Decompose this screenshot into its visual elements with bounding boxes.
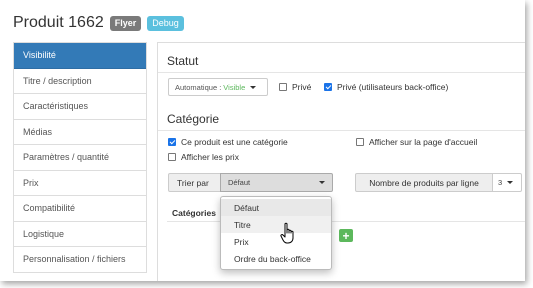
status-select-value: Visible (223, 82, 246, 92)
show-prices-label: Afficher les prix (181, 152, 239, 162)
dropdown-option-ordre-back-office[interactable]: Ordre du back-office (221, 250, 331, 267)
flyer-badge: Flyer (109, 15, 142, 31)
homepage-checkbox[interactable]: Afficher sur la page d'accueil (356, 137, 477, 147)
checkbox-icon (168, 153, 176, 161)
prive-bo-checkbox[interactable]: Privé (utilisateurs back-office) (324, 82, 448, 92)
tab-categories[interactable]: Catégories (172, 208, 216, 218)
sidebar-item-titre-description[interactable]: Titre / description (14, 68, 146, 94)
visibility-panel: Statut Automatique : Visible Privé Privé… (157, 42, 525, 281)
checkbox-checked-icon (168, 138, 176, 146)
dropdown-option-prix[interactable]: Prix (221, 233, 331, 250)
checkbox-checked-icon (324, 83, 332, 91)
plus-icon: + (342, 228, 350, 243)
checkbox-icon (279, 83, 287, 91)
dropdown-option-titre[interactable]: Titre (221, 216, 331, 233)
prive-bo-label: Privé (utilisateurs back-office) (337, 82, 449, 92)
prive-label: Privé (292, 82, 312, 92)
add-category-button[interactable]: + (339, 229, 353, 242)
caret-down-icon (319, 181, 325, 184)
show-prices-checkbox[interactable]: Afficher les prix (168, 152, 239, 162)
dropdown-option-defaut[interactable]: Défaut (221, 199, 331, 216)
sidebar-item-caracteristiques[interactable]: Caractéristiques (14, 94, 146, 120)
prive-checkbox[interactable]: Privé (279, 82, 311, 92)
sidebar-item-personnalisation-fichiers[interactable]: Personnalisation / fichiers (14, 247, 146, 273)
sidebar-item-visibilite[interactable]: Visibilité (14, 43, 146, 69)
statut-title: Statut (167, 54, 199, 68)
per-line-select-value: 3 (498, 178, 503, 187)
status-select[interactable]: Automatique : Visible (168, 78, 268, 96)
sort-label: Trier par (168, 173, 221, 192)
divider (158, 130, 525, 131)
sidebar-nav: Visibilité Titre / description Caractéri… (13, 42, 147, 273)
hand-cursor-icon (280, 222, 294, 244)
categorie-title: Catégorie (167, 112, 220, 126)
is-category-label: Ce produit est une catégorie (181, 137, 288, 147)
is-category-checkbox[interactable]: Ce produit est une catégorie (168, 137, 288, 147)
sort-select-value: Défaut (228, 178, 251, 187)
caret-down-icon (507, 181, 514, 184)
caret-down-icon (250, 85, 257, 89)
per-line-select[interactable]: 3 (492, 173, 522, 192)
status-select-prefix: Automatique : (175, 82, 222, 92)
sort-select[interactable]: Défaut (220, 173, 333, 192)
sort-dropdown-menu: Défaut Titre Prix Ordre du back-office (220, 196, 332, 270)
sidebar-item-logistique[interactable]: Logistique (14, 221, 146, 247)
sidebar-item-compatibilite[interactable]: Compatibilité (14, 196, 146, 222)
debug-badge[interactable]: Debug (147, 15, 184, 31)
sidebar-item-parametres-quantite[interactable]: Paramètres / quantité (14, 145, 146, 171)
product-editor-window: Produit 1662 Flyer Debug Visibilité Titr… (0, 0, 525, 281)
sidebar-item-medias[interactable]: Médias (14, 119, 146, 145)
divider (158, 72, 525, 73)
page-title: Produit 1662 (13, 14, 104, 31)
checkbox-icon (356, 138, 364, 146)
sidebar-item-prix[interactable]: Prix (14, 170, 146, 196)
page-header: Produit 1662 Flyer Debug (13, 12, 184, 34)
per-line-label: Nombre de produits par ligne (355, 173, 493, 192)
homepage-label: Afficher sur la page d'accueil (369, 137, 478, 147)
